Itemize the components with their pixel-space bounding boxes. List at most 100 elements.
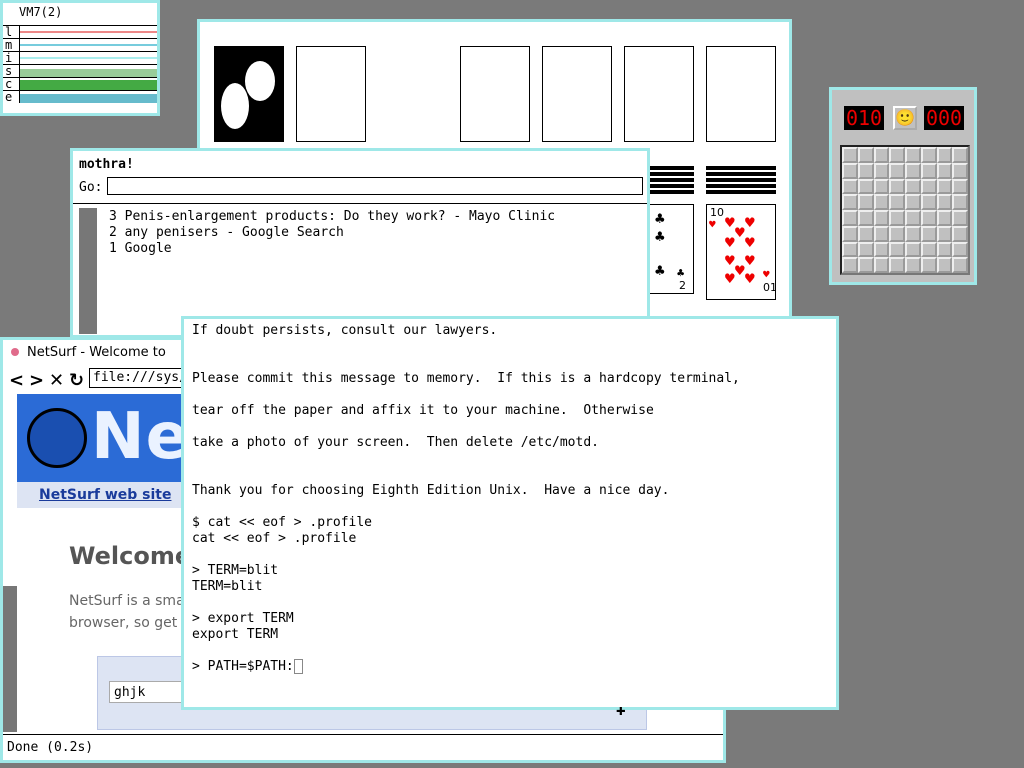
mine-cell[interactable] (936, 194, 953, 210)
mine-cell[interactable] (920, 257, 937, 273)
card-rank: 2 (679, 279, 686, 292)
mine-cell[interactable] (936, 178, 953, 195)
close-icon[interactable] (11, 348, 19, 356)
mine-cell[interactable] (842, 178, 858, 195)
mine-cell[interactable] (889, 210, 905, 226)
mine-cell[interactable] (889, 178, 905, 195)
mine-cell[interactable] (952, 257, 968, 273)
mine-cell[interactable] (857, 194, 874, 210)
vmstat-label: i (5, 51, 13, 65)
mine-cell[interactable] (889, 241, 905, 258)
mine-cell[interactable] (936, 257, 953, 273)
mine-cell[interactable] (873, 257, 890, 273)
mine-cell[interactable] (920, 162, 937, 179)
mine-cell[interactable] (952, 225, 968, 242)
mine-cell[interactable] (842, 210, 858, 226)
terminal-window[interactable]: If doubt persists, consult our lawyers. P… (181, 316, 839, 710)
mine-cell[interactable] (873, 147, 890, 163)
mine-cell[interactable] (936, 162, 953, 179)
mine-cell[interactable] (857, 210, 874, 226)
mine-cell[interactable] (857, 257, 874, 273)
mine-cell[interactable] (889, 225, 905, 242)
netsurf-site-link[interactable]: NetSurf web site (39, 487, 171, 503)
mine-cell[interactable] (842, 162, 858, 179)
mine-cell[interactable] (952, 210, 968, 226)
mine-cell[interactable] (905, 257, 921, 273)
mine-cell[interactable] (857, 241, 874, 258)
mine-cell[interactable] (952, 194, 968, 210)
mine-cell[interactable] (842, 194, 858, 210)
mine-cell[interactable] (857, 178, 874, 195)
mine-cell[interactable] (842, 225, 858, 242)
scrollbar[interactable] (79, 208, 97, 334)
mine-cell[interactable] (873, 162, 890, 179)
mine-cell[interactable] (842, 147, 858, 163)
mine-cell[interactable] (873, 225, 890, 242)
forward-icon[interactable]: > (29, 370, 44, 391)
terminal-output[interactable]: If doubt persists, consult our lawyers. P… (192, 323, 832, 675)
mine-cell[interactable] (905, 241, 921, 258)
mine-cell[interactable] (857, 225, 874, 242)
mine-cell[interactable] (889, 194, 905, 210)
tableau-column-hearts[interactable]: 10 ♥ ♥ ♥ ♥ ♥ ♥ ♥ ♥ ♥ ♥ ♥ ♥ 01 (706, 166, 777, 300)
go-url-input[interactable] (107, 177, 643, 195)
foundation-1[interactable] (460, 46, 530, 142)
mine-cell[interactable] (842, 241, 858, 258)
terminal-line: TERM=blit (192, 579, 832, 595)
mine-cell[interactable] (936, 241, 953, 258)
mine-cell[interactable] (952, 162, 968, 179)
mine-cell[interactable] (920, 178, 937, 195)
mine-grid[interactable] (840, 145, 970, 275)
mine-cell[interactable] (952, 178, 968, 195)
mine-cell[interactable] (889, 162, 905, 179)
mine-cell[interactable] (920, 210, 937, 226)
mine-cell[interactable] (873, 210, 890, 226)
waste-pile[interactable] (296, 46, 366, 142)
mine-cell[interactable] (936, 210, 953, 226)
vmstat-window[interactable]: VM7(2) l m i s c e (0, 0, 160, 116)
mine-cell[interactable] (889, 147, 905, 163)
scrollbar[interactable] (3, 586, 17, 732)
mine-cell[interactable] (905, 225, 921, 242)
stop-icon[interactable]: ✕ (49, 370, 64, 391)
mine-cell[interactable] (873, 241, 890, 258)
mine-cell[interactable] (920, 194, 937, 210)
mine-cell[interactable] (920, 147, 937, 163)
mine-cell[interactable] (936, 225, 953, 242)
terminal-line-text: tear off the paper and affix it to your … (192, 403, 654, 418)
card-hearts[interactable]: 10 ♥ ♥ ♥ ♥ ♥ ♥ ♥ ♥ ♥ ♥ ♥ ♥ 01 (706, 204, 777, 300)
mine-cell[interactable] (952, 241, 968, 258)
mine-cell[interactable] (857, 162, 874, 179)
history-item[interactable]: 3 Penis-enlargement products: Do they wo… (109, 209, 555, 225)
mine-cell[interactable] (905, 210, 921, 226)
mine-cell[interactable] (905, 194, 921, 210)
mine-cell[interactable] (889, 257, 905, 273)
foundation-4[interactable] (706, 46, 776, 142)
mine-cell[interactable] (873, 194, 890, 210)
foundation-3[interactable] (624, 46, 694, 142)
foundation-2[interactable] (542, 46, 612, 142)
history-item[interactable]: 1 Google (109, 241, 555, 257)
back-icon[interactable]: < (9, 370, 24, 391)
mine-cell[interactable] (842, 257, 858, 273)
mine-cell[interactable] (857, 147, 874, 163)
stock-pile[interactable] (214, 46, 284, 142)
mine-cell[interactable] (905, 178, 921, 195)
mine-cell[interactable] (920, 241, 937, 258)
minesweeper-window[interactable]: 010 🙂 000 (829, 87, 977, 285)
reload-icon[interactable]: ↻ (69, 370, 84, 391)
mothra-window[interactable]: mothra! Go: 3 Penis-enlargement products… (70, 148, 650, 338)
mine-cell[interactable] (936, 147, 953, 163)
mine-cell[interactable] (905, 147, 921, 163)
status-bar: Done (0.2s) (3, 734, 723, 760)
smiley-face-button[interactable]: 🙂 (893, 106, 917, 130)
mine-cell[interactable] (873, 178, 890, 195)
mine-cell[interactable] (952, 147, 968, 163)
mine-cell[interactable] (905, 162, 921, 179)
history-item[interactable]: 2 any penisers - Google Search (109, 225, 555, 241)
terminal-line: > export TERM (192, 611, 832, 627)
mine-cell[interactable] (920, 225, 937, 242)
